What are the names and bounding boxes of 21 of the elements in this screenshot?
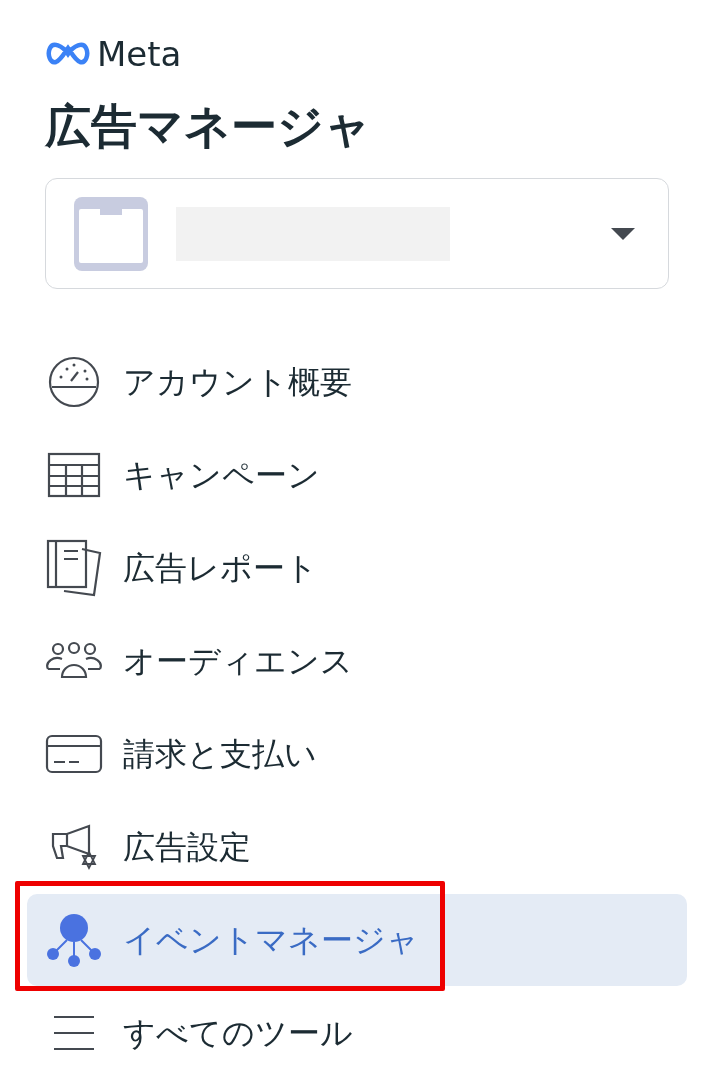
account-selector[interactable] (45, 178, 669, 289)
infinity-logo-icon (45, 42, 91, 66)
nav-item[interactable]: イベントマネージャ (27, 893, 687, 986)
brand-name: Meta (97, 37, 182, 71)
nav-item[interactable]: すべてのツール (27, 986, 687, 1079)
page-title: 広告マネージャ (45, 98, 372, 155)
briefcase-icon (74, 196, 148, 271)
table-icon (47, 451, 101, 498)
megaphone-icon (49, 823, 99, 870)
gauge-icon (47, 354, 101, 409)
network-nodes-icon (45, 911, 103, 968)
caret-icon (610, 226, 636, 241)
nav-item[interactable]: アカウント概要 (27, 335, 687, 428)
people-icon (46, 640, 102, 681)
report-icon (46, 538, 102, 597)
nav-item[interactable]: オーディエンス (27, 614, 687, 707)
nav-item[interactable]: 広告レポート (27, 521, 687, 614)
nav-item[interactable]: キャンペーン (27, 428, 687, 521)
nav-item[interactable]: 広告設定 (27, 800, 687, 893)
credit-card-icon (45, 733, 103, 774)
nav-item[interactable]: 請求と支払い (27, 707, 687, 800)
